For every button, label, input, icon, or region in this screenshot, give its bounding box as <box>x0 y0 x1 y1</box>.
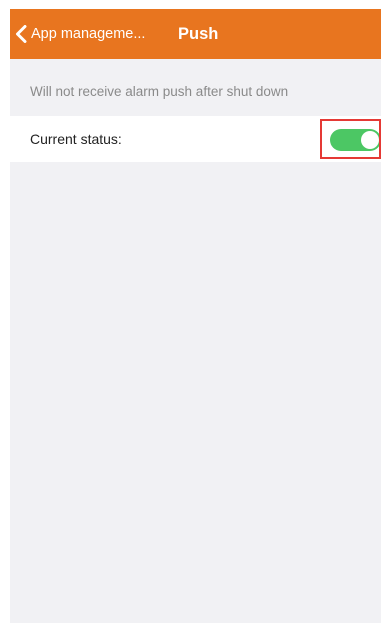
app-screen: App manageme... Push Will not receive al… <box>10 9 381 623</box>
back-label: App manageme... <box>31 26 146 42</box>
chevron-left-icon <box>16 25 27 43</box>
status-row: Current status: <box>10 116 381 162</box>
page-title: Push <box>178 25 219 43</box>
push-toggle[interactable] <box>330 129 381 151</box>
toggle-knob <box>361 131 379 149</box>
back-button[interactable]: App manageme... <box>14 9 145 59</box>
header-bar: App manageme... Push <box>10 9 381 59</box>
status-label: Current status: <box>30 131 122 147</box>
push-notice: Will not receive alarm push after shut d… <box>30 84 289 99</box>
